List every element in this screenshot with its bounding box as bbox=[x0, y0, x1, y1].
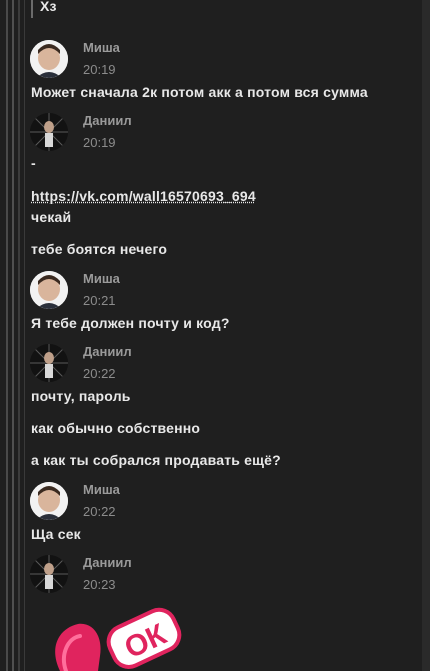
avatar[interactable] bbox=[30, 40, 68, 78]
message-text: почту, пароль bbox=[31, 388, 131, 404]
author-name[interactable]: Миша bbox=[83, 40, 120, 55]
avatar[interactable] bbox=[30, 555, 68, 593]
message-time: 20:19 bbox=[83, 135, 116, 150]
message-text: - bbox=[31, 155, 36, 171]
avatar[interactable] bbox=[30, 482, 68, 520]
message-time: 20:23 bbox=[83, 577, 116, 592]
person-photo-icon bbox=[30, 113, 68, 151]
message-text: как обычно собственно bbox=[31, 420, 201, 436]
message-text: Может сначала 2к потом акк а потом вся с… bbox=[31, 84, 368, 100]
author-name[interactable]: Даниил bbox=[83, 555, 132, 570]
quote-bar bbox=[31, 0, 33, 18]
avatar[interactable] bbox=[30, 113, 68, 151]
thread-rail bbox=[6, 0, 8, 671]
author-name[interactable]: Даниил bbox=[83, 344, 132, 359]
message-text: Я тебе должен почту и код? bbox=[31, 315, 230, 331]
message-text: чекай bbox=[31, 209, 72, 225]
quoted-message-text: Хз bbox=[40, 0, 57, 14]
person-photo-icon bbox=[30, 40, 68, 78]
message-link[interactable]: https://vk.com/wall16570693_694 bbox=[31, 188, 256, 204]
avatar[interactable] bbox=[30, 344, 68, 382]
ok-sticker[interactable]: ОК bbox=[38, 606, 188, 671]
avatar[interactable] bbox=[30, 271, 68, 309]
person-photo-icon bbox=[30, 271, 68, 309]
scrollbar[interactable] bbox=[422, 0, 430, 671]
message-time: 20:22 bbox=[83, 366, 116, 381]
thread-rail bbox=[12, 0, 14, 671]
message-time: 20:21 bbox=[83, 293, 116, 308]
message-time: 20:19 bbox=[83, 62, 116, 77]
message-time: 20:22 bbox=[83, 504, 116, 519]
message-text: а как ты собрался продавать ещё? bbox=[31, 452, 281, 468]
message-text: Ща сек bbox=[31, 526, 81, 542]
author-name[interactable]: Миша bbox=[83, 271, 120, 286]
person-photo-icon bbox=[30, 344, 68, 382]
author-name[interactable]: Даниил bbox=[83, 113, 132, 128]
thread-rail bbox=[24, 0, 25, 671]
author-name[interactable]: Миша bbox=[83, 482, 120, 497]
thread-rail bbox=[18, 0, 20, 671]
message-text: тебе боятся нечего bbox=[31, 241, 168, 257]
person-photo-icon bbox=[30, 555, 68, 593]
person-photo-icon bbox=[30, 482, 68, 520]
